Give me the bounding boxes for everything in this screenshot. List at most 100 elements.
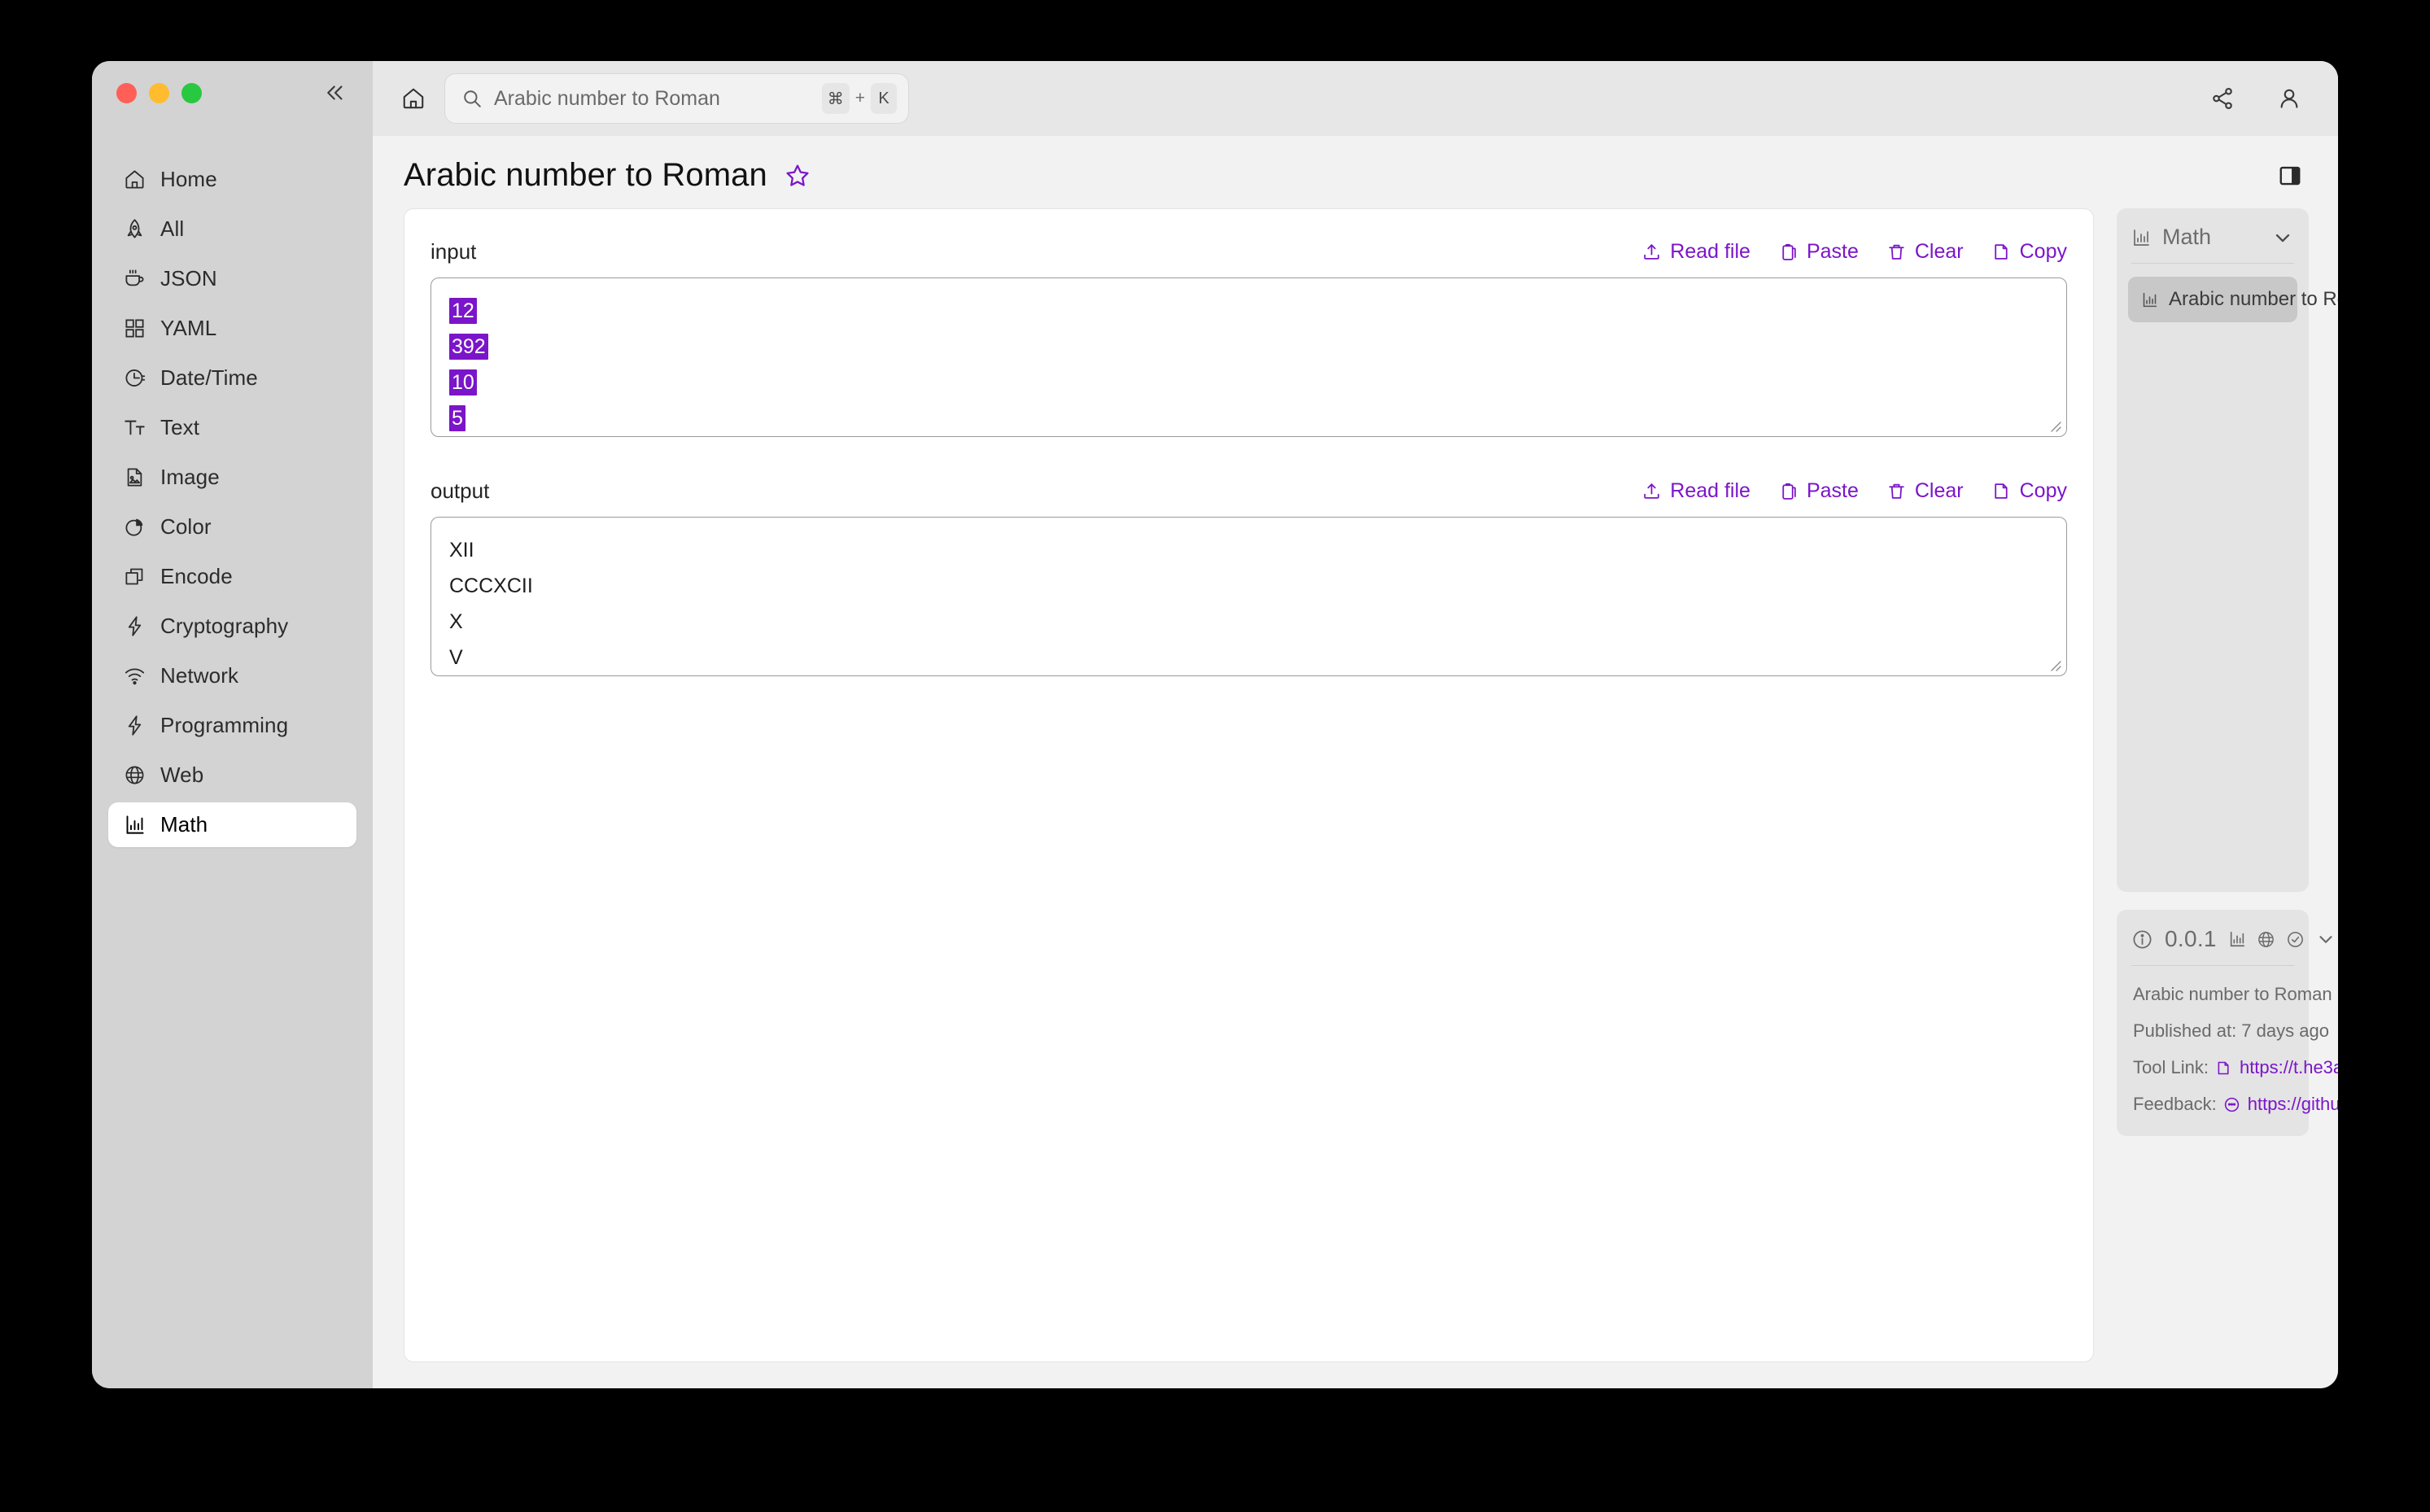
input-line-text: 12 — [449, 298, 477, 324]
tool-link[interactable]: https://t.he3app.co… — [2215, 1057, 2338, 1078]
trash-icon — [1886, 242, 1907, 262]
sidebar-nav: Home All JSON YAML Date/Time Text Image … — [92, 125, 373, 847]
maximize-window-button[interactable] — [181, 82, 202, 103]
right-panel-toggle-icon[interactable] — [2278, 164, 2302, 188]
output-textarea[interactable]: XII CCCXCII X V — [430, 517, 2067, 676]
collapse-sidebar-icon[interactable] — [321, 78, 350, 107]
input-line-text: 5 — [449, 405, 465, 431]
tool-version: 0.0.1 — [2165, 926, 2217, 951]
output-paste-button[interactable]: Paste — [1778, 479, 1859, 503]
tool-info-card: 0.0.1 Arabic number to Roman Published a… — [2117, 910, 2338, 1136]
output-line: XII — [449, 539, 474, 562]
trash-icon — [1886, 481, 1907, 501]
star-icon[interactable] — [784, 162, 811, 190]
output-line: X — [449, 610, 463, 633]
input-read-file-button[interactable]: Read file — [1641, 240, 1750, 264]
main-area: Arabic number to Roman ⌘ + K Arabic numb… — [373, 61, 2338, 1388]
traffic-lights — [116, 82, 202, 103]
user-icon[interactable] — [2273, 82, 2305, 115]
input-clear-button[interactable]: Clear — [1886, 240, 1964, 264]
output-paste-label: Paste — [1806, 479, 1859, 502]
tool-link-label: Tool Link: — [2133, 1057, 2209, 1077]
sidebar-item-programming[interactable]: Programming — [108, 703, 356, 748]
sidebar-item-network[interactable]: Network — [108, 653, 356, 698]
chevron-down-icon[interactable] — [2271, 226, 2294, 249]
upload-icon — [1641, 242, 1662, 262]
input-resize-handle[interactable] — [2046, 417, 2062, 433]
minimize-window-button[interactable] — [149, 82, 169, 103]
tool-list-item-arabic-number-to-roman[interactable]: Arabic number to Roman — [2128, 277, 2338, 322]
sidebar-item-label: Encode — [160, 564, 233, 588]
tool-published: Published at: 7 days ago — [2133, 1020, 2329, 1041]
search-input[interactable]: Arabic number to Roman ⌘ + K — [444, 73, 909, 124]
input-actions: Read file Paste Clear Copy — [1641, 240, 2067, 264]
input-line: 12 — [449, 293, 2048, 329]
sidebar-item-math[interactable]: Math — [108, 802, 356, 847]
tool-category-header[interactable]: Math — [2117, 208, 2309, 263]
input-line-text: 10 — [449, 369, 477, 395]
sidebar-item-label: YAML — [160, 316, 217, 340]
info-circle-icon — [2131, 929, 2153, 950]
home-button[interactable] — [392, 77, 435, 120]
top-toolbar: Arabic number to Roman ⌘ + K — [373, 61, 2338, 136]
sidebar-item-all[interactable]: All — [108, 207, 356, 251]
output-read-file-button[interactable]: Read file — [1641, 479, 1750, 503]
chevron-down-icon[interactable] — [2315, 929, 2336, 950]
input-textarea[interactable]: 12 392 10 5 — [430, 277, 2067, 437]
sidebar-item-image[interactable]: Image — [108, 455, 356, 500]
sidebar-item-encode[interactable]: Encode — [108, 554, 356, 599]
sidebar-item-yaml[interactable]: YAML — [108, 306, 356, 351]
sidebar-item-cryptography[interactable]: Cryptography — [108, 604, 356, 649]
close-window-button[interactable] — [116, 82, 137, 103]
home-icon — [123, 168, 146, 191]
sidebar-item-text[interactable]: Text — [108, 405, 356, 450]
output-actions: Read file Paste Clear Copy — [1641, 479, 2067, 503]
sidebar-item-label: Text — [160, 415, 200, 439]
output-clear-button[interactable]: Clear — [1886, 479, 1964, 503]
sidebar-item-json[interactable]: JSON — [108, 256, 356, 301]
sidebar-item-web[interactable]: Web — [108, 753, 356, 798]
tool-list-card: Math Arabic number to R — [2117, 208, 2338, 892]
output-line: V — [449, 646, 463, 669]
input-paste-button[interactable]: Paste — [1778, 240, 1859, 264]
output-copy-button[interactable]: Copy — [1991, 479, 2067, 503]
sidebar-item-label: Web — [160, 763, 204, 787]
copy-icon — [2215, 1060, 2232, 1077]
share-icon[interactable] — [2206, 82, 2239, 115]
coffee-cup-icon — [123, 268, 146, 291]
sidebar-item-label: Programming — [160, 713, 289, 737]
bar-chart-icon[interactable] — [2228, 930, 2246, 948]
output-resize-handle[interactable] — [2046, 656, 2062, 672]
io-spacer — [430, 437, 2067, 473]
app-window: Home All JSON YAML Date/Time Text Image … — [92, 61, 2338, 1388]
sidebar-item-label: Color — [160, 514, 212, 539]
bar-chart-icon — [2141, 291, 2158, 308]
feedback-link[interactable]: https://github.com/… — [2223, 1094, 2338, 1115]
input-copy-label: Copy — [2019, 239, 2067, 263]
sidebar-item-label: Cryptography — [160, 614, 289, 638]
sidebar-item-home[interactable]: Home — [108, 157, 356, 202]
content-area: input Read file Paste Clear Copy 12 392 … — [373, 208, 2338, 1388]
sidebar-item-label: All — [160, 216, 185, 241]
shortcut-plus: + — [854, 89, 865, 107]
toolbar-right-actions — [2206, 82, 2305, 115]
input-paste-label: Paste — [1806, 239, 1859, 263]
copy-icon — [1991, 481, 2012, 501]
page-title: Arabic number to Roman — [404, 157, 767, 193]
layers-icon — [123, 566, 146, 588]
wifi-icon — [123, 665, 146, 688]
bolt-icon — [123, 615, 146, 638]
sidebar-item-datetime[interactable]: Date/Time — [108, 356, 356, 400]
sidebar-item-label: Home — [160, 167, 217, 191]
grid-squares-icon — [123, 317, 146, 340]
feedback-row: Feedback: https://github.com/… — [2133, 1094, 2338, 1115]
input-copy-button[interactable]: Copy — [1991, 240, 2067, 264]
output-read-file-label: Read file — [1670, 479, 1750, 502]
globe-icon[interactable] — [2257, 930, 2275, 949]
sidebar-item-label: JSON — [160, 266, 217, 291]
input-line: 392 — [449, 329, 2048, 365]
image-icon — [123, 466, 146, 489]
sidebar-item-color[interactable]: Color — [108, 505, 356, 549]
clipboard-icon — [1778, 242, 1798, 262]
check-circle-icon[interactable] — [2286, 930, 2305, 949]
